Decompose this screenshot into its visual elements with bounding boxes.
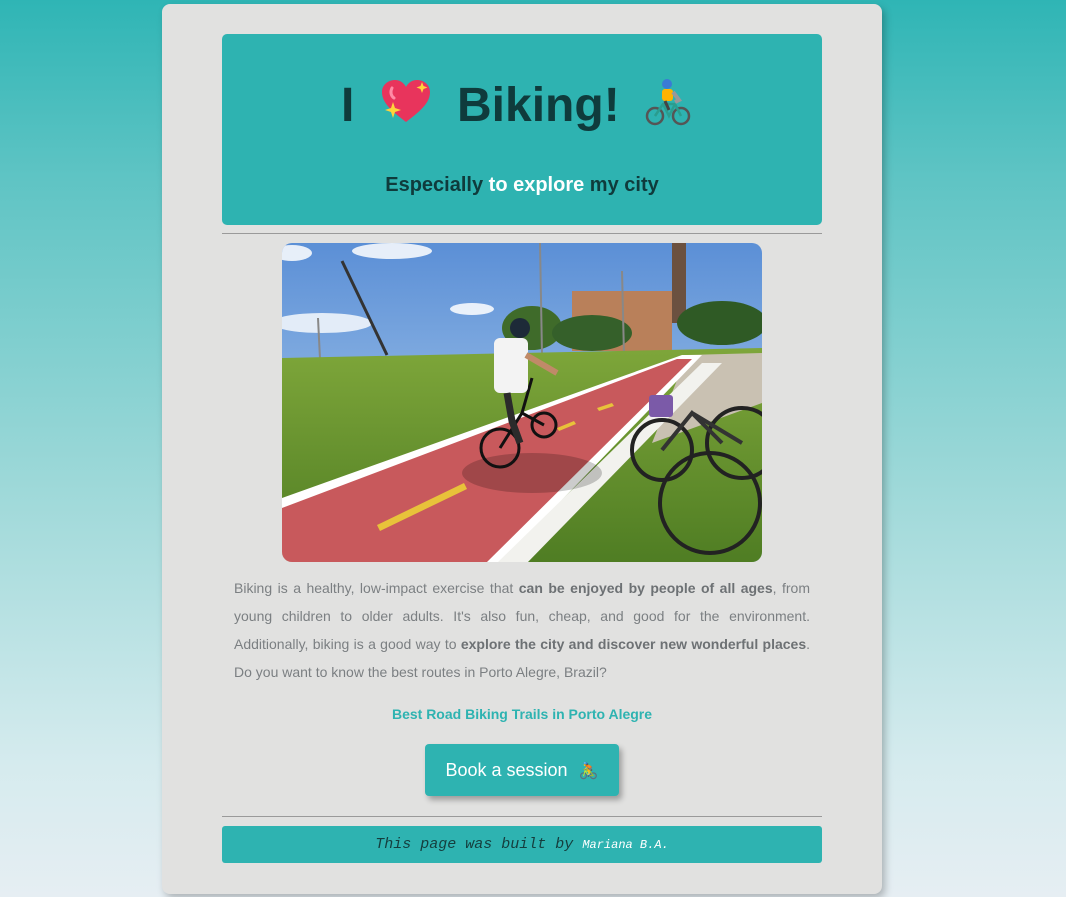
subtitle-part2: my city xyxy=(589,174,659,196)
book-session-label: Book a session xyxy=(445,760,568,780)
cyclist-photo xyxy=(282,243,762,562)
intro-bold-2: explore the city and discover new wonder… xyxy=(460,636,807,652)
footer-author: Mariana B.A. xyxy=(582,838,669,852)
footer-text: This page was built by xyxy=(375,836,574,853)
page-title: I Biking! xyxy=(222,78,822,139)
main-card: I Biking! Especially to explore my city … xyxy=(162,4,882,894)
footer: This page was built by Mariana B.A. xyxy=(222,826,822,863)
title-start: I xyxy=(340,79,355,133)
subtitle-highlight: to explore xyxy=(488,174,585,196)
intro-paragraph: Biking is a healthy, low-impact exercise… xyxy=(234,574,810,686)
title-word: Biking! xyxy=(457,79,620,133)
book-session-button[interactable]: Book a session 🚴 xyxy=(425,744,619,796)
divider-top xyxy=(222,233,822,234)
sparkling-heart-icon xyxy=(380,78,432,139)
header-banner: I Biking! Especially to explore my city xyxy=(222,34,822,225)
subtitle-part1: Especially xyxy=(385,174,484,196)
intro-bold-1: can be enjoyed by people of all ages xyxy=(518,580,773,596)
bicyclist-icon: 🚴 xyxy=(578,763,599,780)
divider-bottom xyxy=(222,816,822,817)
page-subtitle: Especially to explore my city xyxy=(222,174,822,197)
trails-link[interactable]: Best Road Biking Trails in Porto Alegre xyxy=(162,706,882,722)
bicyclist-icon xyxy=(645,78,691,139)
intro-text-1: Biking is a healthy, low-impact exercise… xyxy=(234,580,519,596)
